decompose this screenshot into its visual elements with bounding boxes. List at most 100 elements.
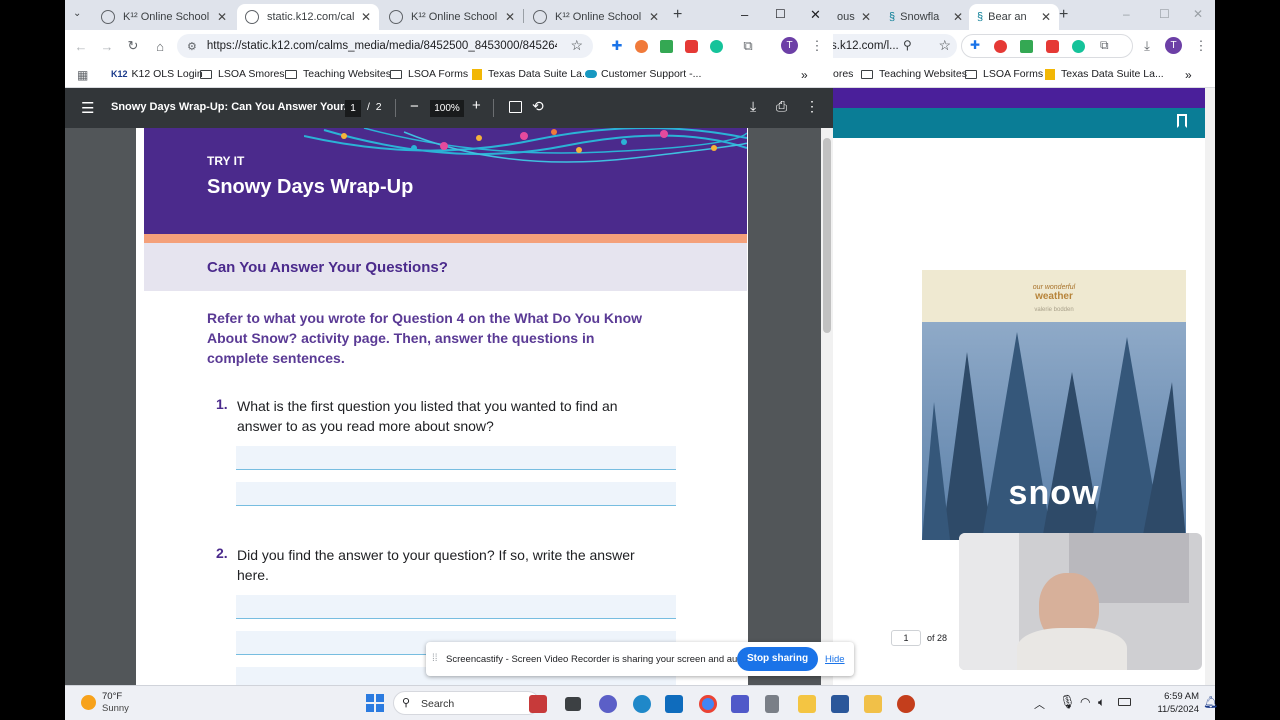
search-icon[interactable]: ⚲ xyxy=(903,38,912,52)
fit-page-icon[interactable] xyxy=(509,101,522,113)
close-window-button[interactable]: ✕ xyxy=(810,7,821,23)
wifi-icon[interactable]: ◠ xyxy=(1080,695,1090,709)
tab-bear-and[interactable]: § Bear an ✕ xyxy=(969,4,1059,30)
bookmark-teaching-websites[interactable]: Teaching Websites xyxy=(285,68,391,80)
bookmark-lsoa-forms[interactable]: LSOA Forms xyxy=(965,68,1043,80)
bookmark-lsoa-forms[interactable]: LSOA Forms xyxy=(390,68,468,80)
bookmarks-overflow-icon[interactable]: » xyxy=(801,68,808,82)
battery-icon[interactable] xyxy=(1118,698,1131,706)
extension-red-square-icon[interactable] xyxy=(1046,40,1059,53)
bookmarks-overflow-icon[interactable]: » xyxy=(1185,68,1192,82)
bookmark-texas-data-suite[interactable]: Texas Data Suite La... xyxy=(472,68,591,80)
pdf-document-area[interactable]: TRY IT Snowy Days Wrap-Up Can You Answer… xyxy=(65,128,833,685)
grammarly-icon[interactable] xyxy=(1072,40,1085,53)
zoom-out-icon[interactable]: − xyxy=(410,98,419,115)
forward-arrow-icon[interactable]: → xyxy=(99,38,115,54)
answer-line[interactable] xyxy=(236,446,676,470)
hide-link[interactable]: Hide xyxy=(825,654,845,665)
weather-sun-icon[interactable] xyxy=(81,695,96,710)
close-tab-icon[interactable]: ✕ xyxy=(361,10,371,24)
clock-time[interactable]: 6:59 AM xyxy=(1149,691,1199,702)
close-tab-icon[interactable]: ✕ xyxy=(217,10,227,24)
extension-green-icon[interactable] xyxy=(1020,40,1033,53)
new-tab-button[interactable]: + xyxy=(673,6,682,24)
webcam-preview[interactable] xyxy=(959,533,1202,670)
download-icon[interactable]: ⤓ xyxy=(750,98,756,115)
apps-grid-icon[interactable]: ▦ xyxy=(77,68,88,82)
close-tab-icon[interactable]: ✕ xyxy=(505,10,515,24)
site-info-icon[interactable]: ⚙ xyxy=(187,40,197,53)
rotate-icon[interactable]: ⟲ xyxy=(532,98,544,115)
scrollbar-thumb[interactable] xyxy=(823,138,831,333)
maximize-button[interactable]: ☐ xyxy=(1159,7,1170,21)
bookmark-customer-support[interactable]: Customer Support -... xyxy=(585,68,701,80)
file-explorer-icon[interactable] xyxy=(864,695,882,713)
microphone-icon[interactable]: 🎙︎ xyxy=(1059,694,1076,710)
tab-partial[interactable]: ous ✕ xyxy=(833,4,879,30)
powerpoint-icon[interactable] xyxy=(897,695,915,713)
answer-line[interactable] xyxy=(236,595,676,619)
bookmark-lsoa-smores[interactable]: LSOA Smores xyxy=(200,68,285,80)
bookmark-partial[interactable]: ores xyxy=(833,68,853,80)
calculator-icon[interactable] xyxy=(765,695,779,713)
profile-avatar[interactable]: T xyxy=(1165,37,1182,54)
maximize-button[interactable]: ☐ xyxy=(775,7,786,21)
notification-bell-icon[interactable]: 🔔︎ xyxy=(1203,695,1218,709)
tab-snowflake[interactable]: § Snowfla ✕ xyxy=(881,4,971,30)
zoom-in-icon[interactable]: + xyxy=(472,97,481,114)
address-bar[interactable]: s.k12.com/l... ⚲ ☆ xyxy=(833,34,957,58)
home-icon[interactable]: ⌂ xyxy=(152,38,168,54)
profile-avatar[interactable]: T xyxy=(781,37,798,54)
scrollbar-track[interactable] xyxy=(1205,88,1215,685)
download-icon[interactable]: ⤓ xyxy=(1139,38,1155,54)
scrollbar-track[interactable] xyxy=(821,128,833,685)
close-tab-icon[interactable]: ✕ xyxy=(953,10,963,24)
edge-browser-icon[interactable] xyxy=(633,695,651,713)
address-bar[interactable]: ⚙ https://static.k12.com/calms_media/med… xyxy=(177,34,593,58)
taskbar-search-box[interactable]: ⚲ Search xyxy=(393,691,540,715)
tab-static-k12[interactable]: static.k12.com/calms_m ✕ xyxy=(237,4,379,30)
back-arrow-icon[interactable]: ← xyxy=(73,38,89,54)
extension-red-icon[interactable] xyxy=(994,40,1007,53)
clock-date[interactable]: 11/5/2024 xyxy=(1144,704,1199,715)
grammarly-icon[interactable] xyxy=(709,39,723,53)
stop-sharing-button[interactable]: Stop sharing xyxy=(737,647,818,671)
weather-temperature[interactable]: 70°F xyxy=(102,691,122,702)
teams-icon[interactable] xyxy=(731,695,749,713)
hamburger-menu-icon[interactable]: ☰ xyxy=(81,99,94,117)
tab-k12-online-school-2[interactable]: K¹² Online School ✕ xyxy=(381,4,523,30)
zoom-level-input[interactable]: 100% xyxy=(430,100,464,117)
word-icon[interactable] xyxy=(831,695,849,713)
page-number-input[interactable]: 1 xyxy=(345,100,361,117)
tab-k12-online-school-3[interactable]: K¹² Online School ✕ xyxy=(525,4,667,30)
new-tab-button[interactable]: + xyxy=(1059,6,1068,24)
bookmark-k12-ols-login[interactable]: K12 K12 OLS Login xyxy=(111,68,203,80)
taskview-icon[interactable] xyxy=(565,697,581,711)
start-windows-icon[interactable] xyxy=(366,694,384,712)
extension-orange-icon[interactable] xyxy=(634,39,648,53)
extensions-puzzle-icon[interactable]: ⧉ xyxy=(740,38,756,54)
sticky-notes-icon[interactable] xyxy=(798,695,816,713)
extension-red-icon[interactable] xyxy=(684,39,698,53)
bookmark-teaching-websites[interactable]: Teaching Websites xyxy=(861,68,967,80)
drag-handle-icon[interactable]: ⁞⁞ xyxy=(432,653,438,664)
tray-overflow-chevron-icon[interactable]: ︿ xyxy=(1034,696,1045,712)
close-tab-icon[interactable]: ✕ xyxy=(649,10,659,24)
minimize-button[interactable]: – xyxy=(1123,7,1130,21)
page-number-input[interactable]: 1 xyxy=(891,630,921,646)
taskbar-app-widget-icon[interactable] xyxy=(529,695,547,713)
bookmark-texas-data-suite[interactable]: Texas Data Suite La... xyxy=(1045,68,1164,80)
extension-green-icon[interactable] xyxy=(659,39,673,53)
tab-k12-online-school-1[interactable]: K¹² Online School ✕ xyxy=(93,4,235,30)
tab-search-chevron-icon[interactable]: ⌄ xyxy=(73,8,81,19)
book-cover[interactable]: our wonderful weather valerie bodden sno… xyxy=(922,270,1186,540)
store-icon[interactable] xyxy=(665,695,683,713)
bookmark-star-icon[interactable]: ☆ xyxy=(570,37,583,54)
minimize-button[interactable]: – xyxy=(741,7,748,22)
close-tab-icon[interactable]: ✕ xyxy=(861,10,871,24)
menu-kebab-icon[interactable]: ⋮ xyxy=(809,38,825,54)
reload-icon[interactable]: ↻ xyxy=(125,38,141,54)
print-icon[interactable]: ⎙ xyxy=(776,98,787,115)
extension-plus-icon[interactable]: ✚ xyxy=(609,38,625,54)
close-tab-icon[interactable]: ✕ xyxy=(1041,10,1051,24)
